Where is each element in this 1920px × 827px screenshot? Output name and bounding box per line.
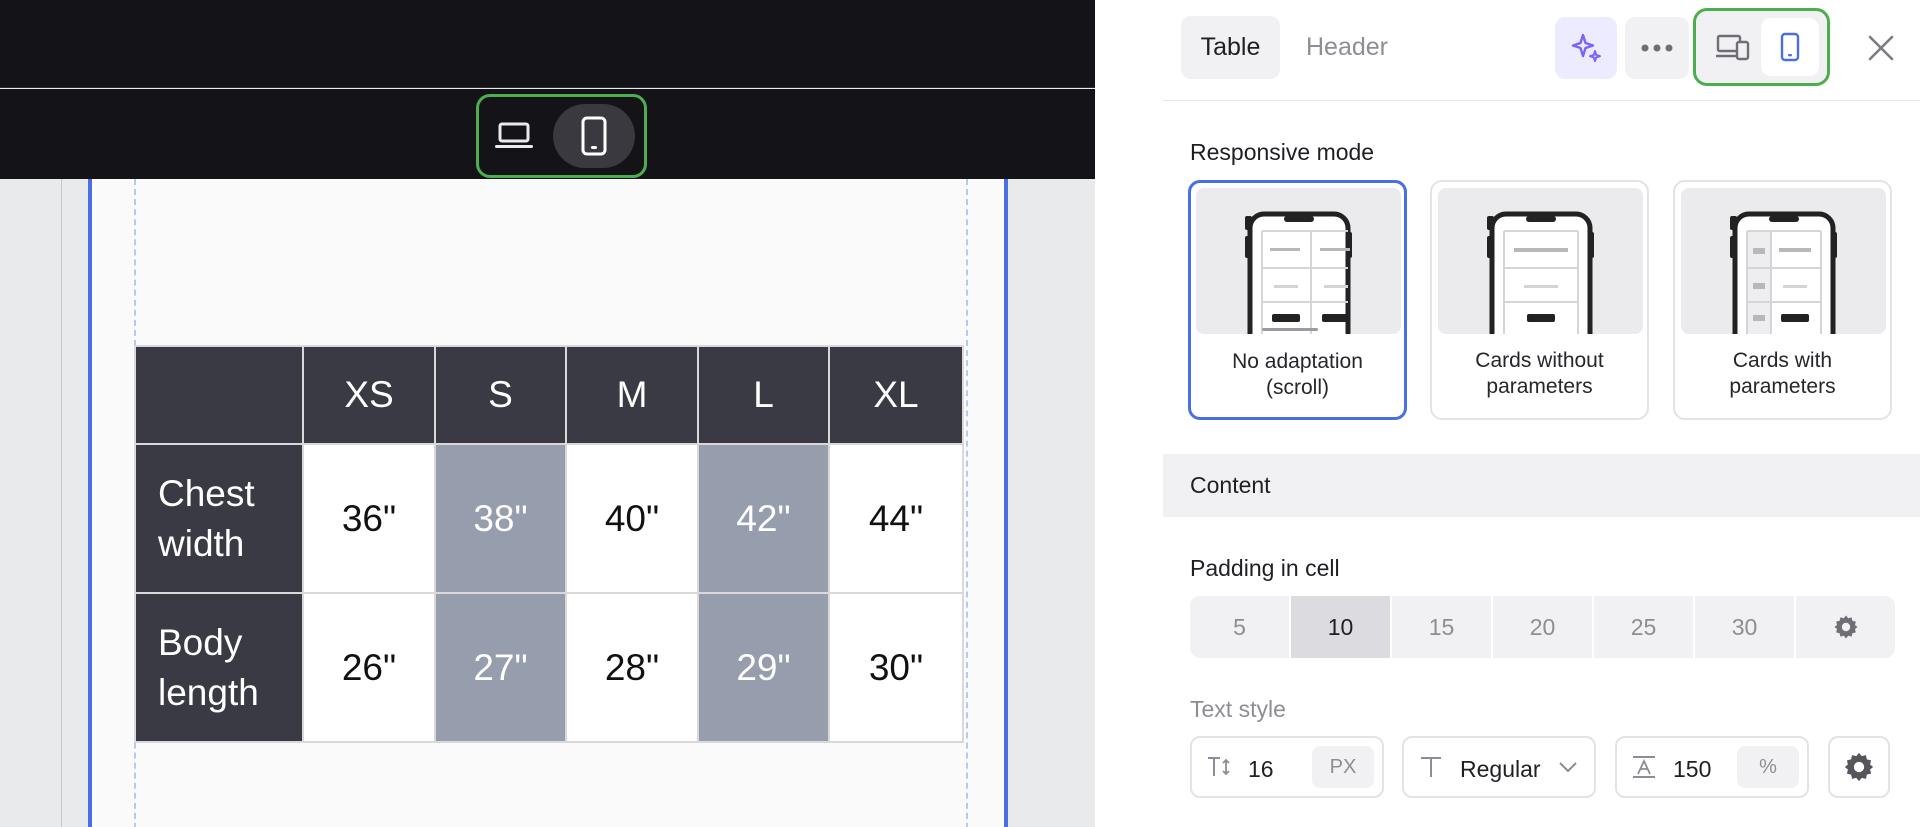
content-section-label: Content xyxy=(1190,472,1271,498)
desktop-mode-button[interactable] xyxy=(1704,19,1762,75)
laptop-preview-button[interactable] xyxy=(490,114,538,158)
font-size-icon xyxy=(1208,757,1230,776)
settings-panel: Table Header Responsive mode No adaptati… xyxy=(1095,0,1920,827)
line-height-unit[interactable]: % xyxy=(1737,746,1799,788)
text-style-settings-button[interactable] xyxy=(1828,736,1890,798)
ai-assistant-button[interactable] xyxy=(1555,17,1617,79)
caption-line: Cards without xyxy=(1475,349,1604,372)
caption-line: No adaptation xyxy=(1232,350,1363,373)
padding-option[interactable]: 15 xyxy=(1392,596,1493,658)
row-header-cell[interactable]: Chest width xyxy=(134,443,304,594)
gear-icon xyxy=(1834,615,1857,639)
table-row: Chest width 36" 38" 40" 42" 44" xyxy=(134,443,964,594)
table-cell[interactable]: 44" xyxy=(828,443,964,594)
more-options-button[interactable] xyxy=(1625,17,1689,79)
laptop-icon xyxy=(495,122,533,148)
tab-table[interactable]: Table xyxy=(1181,16,1280,79)
table-cell[interactable]: 42" xyxy=(697,443,830,594)
table-header-cell[interactable]: M xyxy=(565,345,699,445)
table-header-cell[interactable]: S xyxy=(434,345,567,445)
sparkle-icon xyxy=(1571,33,1601,62)
mode-card-caption: Cards without parameters xyxy=(1432,348,1647,400)
row-header-line: Body xyxy=(158,621,243,663)
layout-guide-right xyxy=(966,179,968,827)
cards-params-phone-illustration xyxy=(1681,188,1886,334)
table-cell[interactable]: 26" xyxy=(302,592,436,743)
gear-icon xyxy=(1844,752,1874,782)
device-preview-switch xyxy=(476,94,647,178)
devices-icon xyxy=(1716,34,1750,61)
table-cell[interactable]: 28" xyxy=(565,592,699,743)
more-horizontal-icon xyxy=(1641,44,1673,52)
mode-card-cards-with-parameters[interactable]: Cards with parameters xyxy=(1673,180,1892,420)
font-size-unit[interactable]: PX xyxy=(1312,746,1374,788)
row-header-line: Chest xyxy=(158,472,255,514)
editor-top-bar xyxy=(0,0,1095,88)
mobile-mode-button[interactable] xyxy=(1761,18,1819,76)
caption-line: parameters xyxy=(1486,375,1593,398)
table-header-row: XS S M L XL xyxy=(134,345,964,445)
caption-line: Cards with xyxy=(1732,349,1833,372)
content-section-header[interactable]: Content xyxy=(1163,454,1920,517)
mode-card-caption: Cards with parameters xyxy=(1675,348,1890,400)
canvas-gutter xyxy=(0,179,62,827)
table-cell[interactable]: 40" xyxy=(565,443,699,594)
padding-option[interactable]: 25 xyxy=(1594,596,1695,658)
padding-option[interactable]: 5 xyxy=(1190,596,1291,658)
table-header-cell[interactable]: XS xyxy=(302,345,436,445)
padding-option[interactable]: 10 xyxy=(1291,596,1392,658)
size-chart-table[interactable]: XS S M L XL Chest width 36" 38" 40" 42" 4… xyxy=(134,345,964,743)
close-icon xyxy=(1868,35,1894,61)
font-weight-select[interactable]: Regular xyxy=(1402,736,1596,798)
line-height-field[interactable]: 150 % xyxy=(1615,736,1809,798)
phone-icon xyxy=(581,116,607,156)
mode-card-no-adaptation[interactable]: No adaptation (scroll) xyxy=(1188,180,1407,420)
table-row: Body length 26" 27" 28" 29" 30" xyxy=(134,592,964,743)
row-header-line: length xyxy=(158,671,259,713)
line-height-icon xyxy=(1633,756,1655,778)
caption-line: parameters xyxy=(1729,375,1836,398)
editor-canvas: XS S M L XL Chest width 36" 38" 40" 42" 4… xyxy=(0,0,1095,827)
panel-header: Table Header xyxy=(1095,0,1920,101)
row-header-line: width xyxy=(158,522,245,564)
padding-label: Padding in cell xyxy=(1190,555,1340,581)
padding-segmented-control: 5 10 15 20 25 30 xyxy=(1190,596,1895,658)
tab-header[interactable]: Header xyxy=(1291,16,1403,79)
row-header-cell[interactable]: Body length xyxy=(134,592,304,743)
caption-line: (scroll) xyxy=(1266,376,1329,399)
table-cell[interactable]: 38" xyxy=(434,443,567,594)
padding-option[interactable]: 20 xyxy=(1493,596,1594,658)
cards-phone-illustration xyxy=(1438,188,1643,334)
phone-preview-button[interactable] xyxy=(553,104,635,168)
device-mode-switch xyxy=(1693,8,1830,86)
table-cell[interactable]: 29" xyxy=(697,592,830,743)
font-size-field[interactable]: 16 PX xyxy=(1190,736,1384,798)
table-cell[interactable]: 27" xyxy=(434,592,567,743)
table-header-cell[interactable] xyxy=(134,345,304,445)
padding-option[interactable]: 30 xyxy=(1695,596,1796,658)
font-size-value: 16 xyxy=(1248,756,1274,782)
font-weight-value: Regular xyxy=(1460,756,1541,782)
table-cell[interactable]: 30" xyxy=(828,592,964,743)
mobile-icon xyxy=(1780,32,1800,62)
line-height-value: 150 xyxy=(1673,756,1712,782)
padding-settings-button[interactable] xyxy=(1796,596,1895,658)
scroll-table-phone-illustration xyxy=(1196,188,1401,334)
header-divider xyxy=(1163,100,1920,101)
table-header-cell[interactable]: XL xyxy=(828,345,964,445)
mode-card-caption: No adaptation (scroll) xyxy=(1191,349,1404,401)
mode-card-cards-without-parameters[interactable]: Cards without parameters xyxy=(1430,180,1649,420)
responsive-mode-label: Responsive mode xyxy=(1190,139,1375,165)
text-style-label: Text style xyxy=(1190,696,1286,722)
table-cell[interactable]: 36" xyxy=(302,443,436,594)
close-panel-button[interactable] xyxy=(1855,22,1907,74)
font-weight-icon xyxy=(1421,757,1441,777)
table-header-cell[interactable]: L xyxy=(697,345,830,445)
chevron-down-icon xyxy=(1559,762,1577,773)
